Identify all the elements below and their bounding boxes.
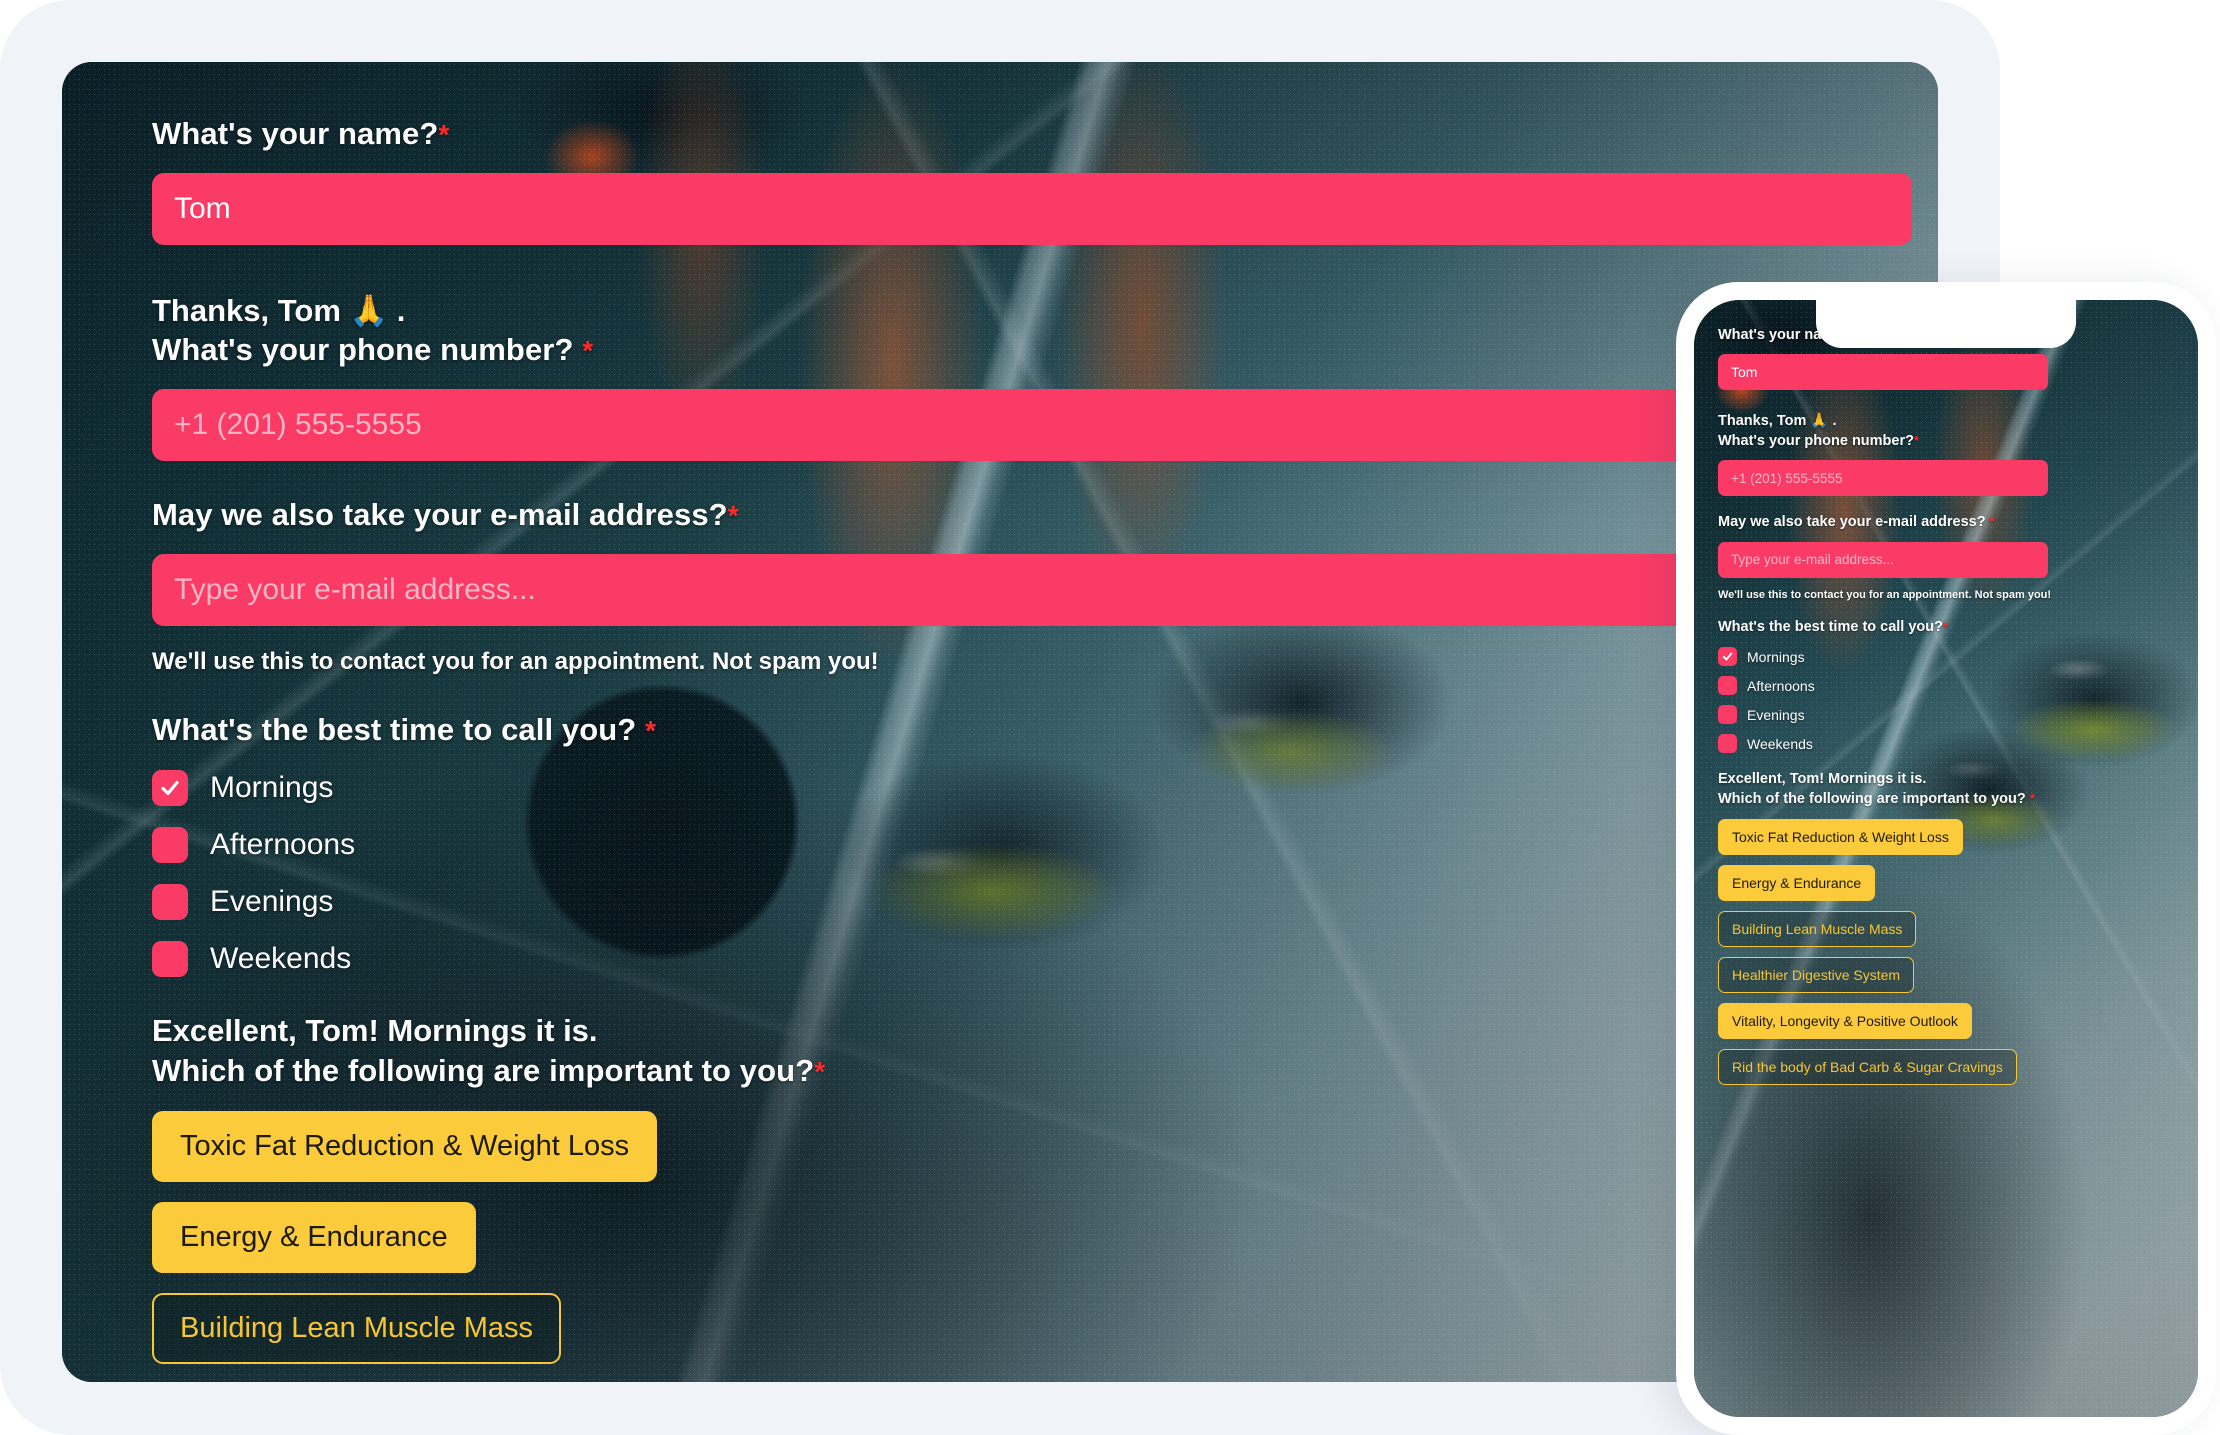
screenshot-root: What's your name?* Tom Thanks, Tom 🙏 . W… xyxy=(0,0,2220,1435)
checkbox-checked-icon[interactable] xyxy=(152,770,188,807)
goal-options-list: Toxic Fat Reduction & Weight Loss Energy… xyxy=(152,1091,1912,1364)
email-input-placeholder: Type your e-mail address... xyxy=(174,572,536,606)
checkbox-row-afternoons[interactable]: Afternoons xyxy=(152,827,1912,864)
goal-option-vitality-longevity-mobile[interactable]: Vitality, Longevity & Positive Outlook xyxy=(1718,1002,1972,1039)
goal-option-toxic-fat-reduction[interactable]: Toxic Fat Reduction & Weight Loss xyxy=(152,1110,658,1182)
name-input-value-mobile: Tom xyxy=(1731,364,1758,381)
email-question-text: May we also take your e-mail address? xyxy=(152,497,728,533)
email-question-text-mobile: May we also take your e-mail address? xyxy=(1718,514,1986,531)
phone-input-placeholder: +1 (201) 555-5555 xyxy=(174,408,422,442)
name-question-text: What's your name? xyxy=(152,116,439,151)
checkbox-empty-icon-mobile[interactable] xyxy=(1718,734,1737,754)
email-input[interactable]: Type your e-mail address... xyxy=(152,553,1912,626)
goal-option-building-lean-muscle-mass-mobile[interactable]: Building Lean Muscle Mass xyxy=(1718,910,1917,947)
name-input[interactable]: Tom xyxy=(152,172,1912,245)
phone-question-label: What's your phone number? * xyxy=(152,330,1912,370)
mobile-form-preview: What's your name? Tom Thanks, Tom 🙏 . Wh… xyxy=(1676,282,2216,1435)
name-input-value: Tom xyxy=(174,191,231,225)
best-time-question-text: What's the best time to call you? xyxy=(152,711,637,747)
phone-input-mobile[interactable]: +1 (201) 555-5555 xyxy=(1718,460,2048,497)
email-question-label: May we also take your e-mail address?* xyxy=(152,495,1912,535)
required-asterisk-mobile: * xyxy=(1943,618,1949,634)
required-asterisk-mobile: * xyxy=(2029,790,2035,806)
goals-question-text: Which of the following are important to … xyxy=(152,1053,815,1089)
mobile-form: What's your name? Tom Thanks, Tom 🙏 . Wh… xyxy=(1718,326,2176,1085)
desktop-form: What's your name?* Tom Thanks, Tom 🙏 . W… xyxy=(152,114,1912,1364)
checkbox-row-mornings-mobile[interactable]: Mornings xyxy=(1718,647,2176,667)
thanks-message: Thanks, Tom 🙏 . xyxy=(152,292,406,328)
checkbox-label-mobile: Weekends xyxy=(1747,735,1813,752)
email-input-placeholder-mobile: Type your e-mail address... xyxy=(1731,552,1894,568)
checkbox-label: Evenings xyxy=(210,885,334,919)
goal-options-list-mobile: Toxic Fat Reduction & Weight Loss Energy… xyxy=(1718,809,2176,1085)
checkbox-label-mobile: Evenings xyxy=(1747,706,1805,723)
phone-question-label-mobile: What's your phone number?* xyxy=(1718,432,2176,451)
goal-option-rid-bad-carb-sugar-cravings-mobile[interactable]: Rid the body of Bad Carb & Sugar Craving… xyxy=(1718,1048,2017,1085)
required-asterisk-mobile: * xyxy=(1989,514,1995,530)
checkbox-empty-icon-mobile[interactable] xyxy=(1718,676,1737,696)
checkbox-label: Mornings xyxy=(210,771,334,805)
checkbox-empty-icon-mobile[interactable] xyxy=(1718,705,1737,725)
required-asterisk: * xyxy=(645,714,657,746)
checkbox-empty-icon[interactable] xyxy=(152,884,188,921)
email-question-label-mobile: May we also take your e-mail address? * xyxy=(1718,513,2176,532)
goal-option-toxic-fat-reduction-mobile[interactable]: Toxic Fat Reduction & Weight Loss xyxy=(1718,818,1963,855)
checkbox-checked-icon-mobile[interactable] xyxy=(1718,647,1737,667)
phone-screen: What's your name? Tom Thanks, Tom 🙏 . Wh… xyxy=(1694,300,2198,1417)
checkbox-empty-icon[interactable] xyxy=(152,941,188,978)
phone-question-text-mobile: What's your phone number? xyxy=(1718,432,1914,449)
name-question-label: What's your name?* xyxy=(152,114,1912,154)
required-asterisk: * xyxy=(727,500,739,532)
checkbox-row-mornings[interactable]: Mornings xyxy=(152,770,1912,807)
checkbox-row-weekends-mobile[interactable]: Weekends xyxy=(1718,734,2176,754)
required-asterisk: * xyxy=(814,1056,826,1088)
goals-question-text-mobile: Which of the following are important to … xyxy=(1718,790,2026,807)
checkbox-empty-icon[interactable] xyxy=(152,827,188,864)
name-input-mobile[interactable]: Tom xyxy=(1718,354,2048,391)
checkbox-label: Afternoons xyxy=(210,828,356,862)
checkbox-row-weekends[interactable]: Weekends xyxy=(152,941,1912,978)
goal-option-healthier-digestive-system-mobile[interactable]: Healthier Digestive System xyxy=(1718,956,1915,993)
goal-option-energy-endurance[interactable]: Energy & Endurance xyxy=(152,1201,476,1273)
best-time-question-text-mobile: What's the best time to call you? xyxy=(1718,618,1944,635)
best-time-question-label: What's the best time to call you? * xyxy=(152,710,1912,750)
goal-option-building-lean-muscle-mass[interactable]: Building Lean Muscle Mass xyxy=(152,1292,562,1364)
checkbox-label-mobile: Mornings xyxy=(1747,648,1805,665)
phone-notch xyxy=(1816,300,2076,348)
email-helper-text: We'll use this to contact you for an app… xyxy=(152,647,879,675)
checkbox-row-evenings[interactable]: Evenings xyxy=(152,884,1912,921)
required-asterisk: * xyxy=(438,119,450,150)
checkbox-row-afternoons-mobile[interactable]: Afternoons xyxy=(1718,676,2176,696)
thanks-message-mobile: Thanks, Tom 🙏 . xyxy=(1718,413,1837,430)
checkbox-row-evenings-mobile[interactable]: Evenings xyxy=(1718,705,2176,725)
required-asterisk-mobile: * xyxy=(1913,432,1920,448)
goals-question-label: Which of the following are important to … xyxy=(152,1051,1912,1091)
goal-option-energy-endurance-mobile[interactable]: Energy & Endurance xyxy=(1718,864,1876,901)
excellent-message-mobile: Excellent, Tom! Mornings it is. xyxy=(1718,771,1927,788)
email-input-mobile[interactable]: Type your e-mail address... xyxy=(1718,541,2048,578)
required-asterisk: * xyxy=(582,335,594,367)
email-helper-text-mobile: We'll use this to contact you for an app… xyxy=(1718,588,2052,601)
excellent-message: Excellent, Tom! Mornings it is. xyxy=(152,1013,598,1049)
phone-input[interactable]: +1 (201) 555-5555 xyxy=(152,389,1912,462)
checkbox-label-mobile: Afternoons xyxy=(1747,677,1815,694)
goals-question-label-mobile: Which of the following are important to … xyxy=(1718,790,2176,809)
best-time-question-label-mobile: What's the best time to call you?* xyxy=(1718,618,2176,637)
phone-question-text: What's your phone number? xyxy=(152,332,574,368)
desktop-form-preview: What's your name?* Tom Thanks, Tom 🙏 . W… xyxy=(62,62,1938,1382)
phone-input-placeholder-mobile: +1 (201) 555-5555 xyxy=(1731,470,1843,486)
checkbox-label: Weekends xyxy=(210,942,352,976)
